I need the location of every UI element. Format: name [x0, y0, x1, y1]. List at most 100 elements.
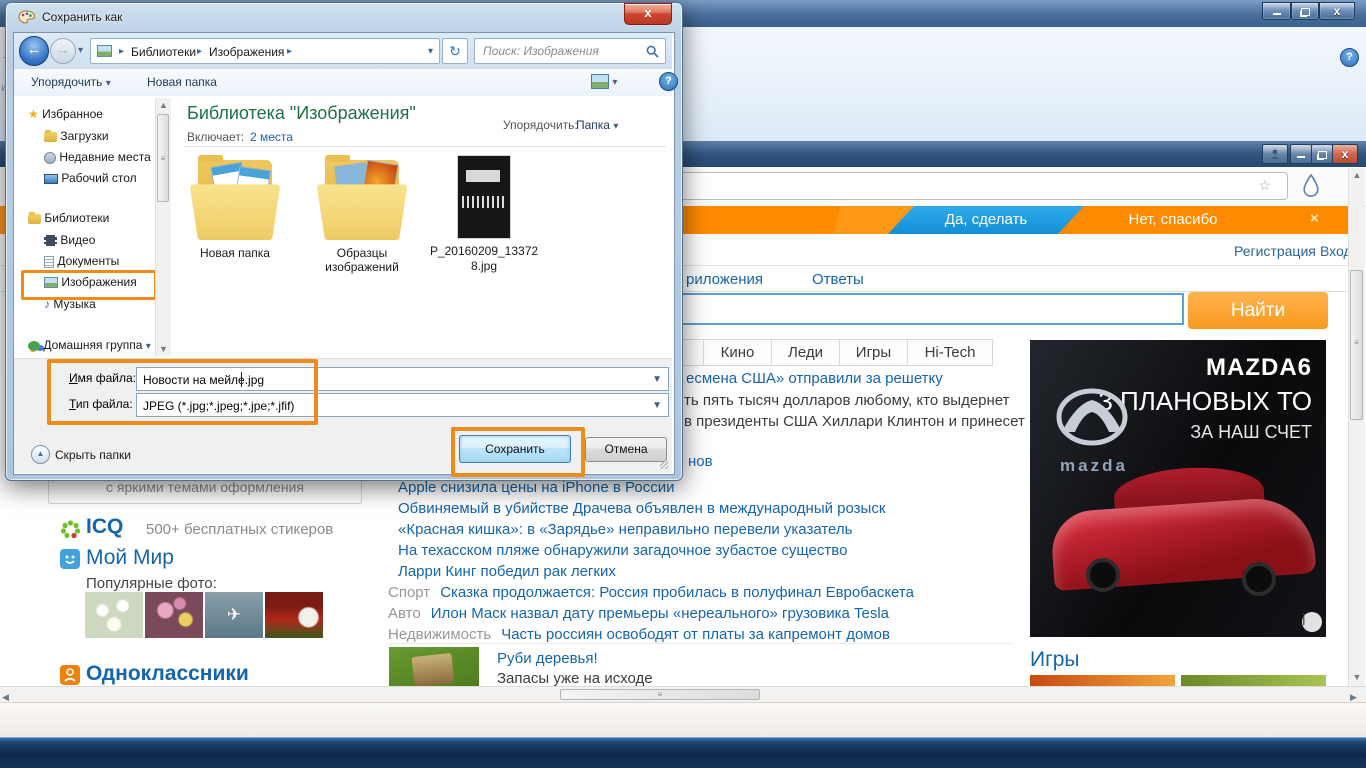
scroll-down-icon: ▼ [156, 342, 171, 356]
promo-subtitle: Запасы уже на исходе [497, 670, 653, 686]
breadcrumb-separator-icon: ▸ [197, 46, 202, 57]
headline-text: ть пять тысяч долларов любому, кто выдер… [684, 392, 1010, 409]
paint-app-icon [18, 10, 35, 25]
hide-folders-button[interactable]: Скрыть папки [55, 448, 131, 462]
file-item-new-folder[interactable]: Новая папка [181, 154, 289, 294]
arrange-label: Упорядочить: [503, 118, 578, 132]
help-icon[interactable]: ? [659, 72, 678, 91]
forward-button[interactable]: → [50, 38, 76, 64]
combo-dropdown-icon[interactable]: ▼ [652, 400, 662, 411]
desktop-icon [44, 174, 58, 184]
sidebar-item-recent[interactable]: Недавние места [44, 150, 151, 164]
news-item: На техасском пляже обнаружили загадочное… [388, 542, 847, 559]
includes-link[interactable]: 2 места [250, 130, 293, 144]
pictures-highlight-annotation [21, 270, 157, 300]
tab-igry: Игры [839, 339, 908, 366]
file-browser: ★ Избранное Загрузки Недавние места Рабо… [14, 96, 672, 358]
breadcrumb-libraries[interactable]: Библиотеки [131, 45, 196, 59]
moimir-link: Мой Мир [86, 546, 174, 570]
dialog-body: ← → ▾ ▸ Библиотеки ▸ Изображения ▸ ▾ ↻ П… [13, 32, 675, 475]
game-thumb [1030, 675, 1175, 686]
sidebar-scrollbar[interactable]: ▲ ≡ ▼ [155, 98, 171, 356]
paint-restore-button[interactable] [1291, 2, 1319, 20]
sidebar-item-favorites[interactable]: ★ Избранное [28, 107, 103, 121]
star-icon: ★ [28, 107, 39, 121]
games-heading: Игры [1030, 648, 1080, 672]
moimir-icon [60, 549, 80, 569]
ad-info-icon: i [1302, 612, 1322, 632]
file-label: P_20160209_133728.jpg [426, 244, 542, 274]
news-item: Обвиняемый в убийстве Драчева объявлен в… [388, 500, 885, 517]
breadcrumb-separator-icon: ▸ [287, 46, 292, 57]
scrollbar-thumb[interactable]: ≡ [560, 689, 760, 700]
notification-no-button: Нет, спасибо [1098, 206, 1248, 234]
breadcrumb-current[interactable]: Изображения [209, 45, 284, 59]
search-placeholder: Поиск: Изображения [483, 44, 599, 58]
dialog-footer: Имя файла: Новости на мейле.jpg ▼ Тип фа… [14, 358, 672, 473]
canvas-hscrollbar[interactable]: ◀ ≡ ▶ [0, 686, 1366, 702]
sidebar-item-downloads[interactable]: Загрузки [44, 129, 109, 143]
headline-text: в президенты США Хиллари Клинтон и прине… [684, 413, 1025, 430]
promo-image [389, 647, 479, 686]
views-button[interactable]: ▾ [591, 74, 617, 89]
news-item: СпортСказка продолжается: Россия пробила… [388, 584, 914, 601]
ad-offer-line2: ЗА НАШ СЧЕТ [1190, 422, 1312, 443]
site-search-button: Найти [1188, 292, 1328, 329]
paint-minimize-button[interactable] [1262, 2, 1291, 20]
car-wheel [1086, 558, 1120, 592]
sidebar-item-desktop[interactable]: Рабочий стол [44, 171, 137, 185]
scroll-up-icon: ▲ [156, 98, 171, 112]
address-dropdown-icon[interactable]: ▾ [428, 46, 433, 57]
address-bar[interactable]: ▸ Библиотеки ▸ Изображения ▸ ▾ [90, 38, 440, 64]
arrange-dropdown[interactable]: Папка ▾ [576, 118, 618, 132]
scroll-up-icon: ▲ [1349, 168, 1365, 182]
news-item: Apple снизила цены на iPhone в России [388, 479, 674, 496]
dialog-search-input[interactable]: Поиск: Изображения [474, 38, 666, 64]
new-folder-button[interactable]: Новая папка [147, 75, 217, 89]
sidebar-item-documents[interactable]: Документы [44, 254, 119, 268]
file-label: Образцы изображений [308, 246, 416, 274]
refresh-button[interactable]: ↻ [442, 38, 468, 64]
combo-dropdown-icon[interactable]: ▼ [652, 374, 662, 385]
ribbon-help-icon[interactable]: ? [1340, 48, 1359, 67]
location-icon [97, 45, 112, 57]
file-item-sample-pictures[interactable]: Образцы изображений [308, 154, 416, 294]
back-button[interactable]: ← [19, 36, 49, 66]
desktop: x ? тур ▾ ивка ▾ Толщина ▾ Цвет 1 Цвет 2 [0, 0, 1366, 768]
divider [183, 146, 666, 147]
browser-restore-button [1311, 144, 1333, 164]
views-icon [591, 74, 609, 89]
game-thumb [1181, 675, 1326, 686]
sidebar-item-homegroup[interactable]: Домашняя группа ▾ [28, 338, 151, 352]
homegroup-icon [28, 341, 40, 351]
resize-grip[interactable] [660, 461, 668, 469]
nav-history-dropdown-icon[interactable]: ▾ [78, 45, 83, 56]
popular-photo [265, 592, 323, 638]
icq-link: ICQ [86, 515, 123, 539]
sidebar-item-video[interactable]: Видео [44, 233, 95, 247]
browser-minimize-button [1290, 144, 1312, 164]
news-item: «Красная кишка»: в «Зарядье» неправильно… [388, 521, 852, 538]
search-icon [646, 45, 659, 58]
popular-photo [85, 592, 143, 638]
file-item-photo[interactable]: P_20160209_133728.jpg [426, 154, 542, 294]
dialog-close-button[interactable]: x [624, 3, 672, 25]
cancel-button[interactable]: Отмена [585, 437, 667, 462]
tab-ledi: Леди [771, 339, 840, 366]
scrollbar-thumb[interactable]: ≡ [157, 114, 169, 202]
folder-icon [325, 154, 399, 240]
notification-close-icon: × [1310, 210, 1319, 227]
ad-offer-line1: 3 ПЛАНОВЫХ ТО [1098, 386, 1312, 417]
sidebar-item-libraries[interactable]: Библиотеки [28, 211, 109, 225]
tab-hitech: Hi-Tech [907, 339, 993, 366]
notification-yes-button: Да, сделать [888, 206, 1084, 234]
paint-close-button[interactable]: x [1319, 2, 1355, 20]
save-highlight-annotation [451, 427, 585, 477]
ok-icon [60, 665, 80, 685]
scrollbar-thumb: ≡ [1350, 270, 1363, 420]
organize-menu[interactable]: Упорядочить ▾ [31, 75, 111, 89]
bookmark-star-icon: ☆ [1258, 177, 1271, 194]
ok-link: Одноклассники [86, 662, 249, 686]
minimize-icon [1273, 13, 1281, 15]
ad-brand-text: mazda [1060, 456, 1128, 476]
